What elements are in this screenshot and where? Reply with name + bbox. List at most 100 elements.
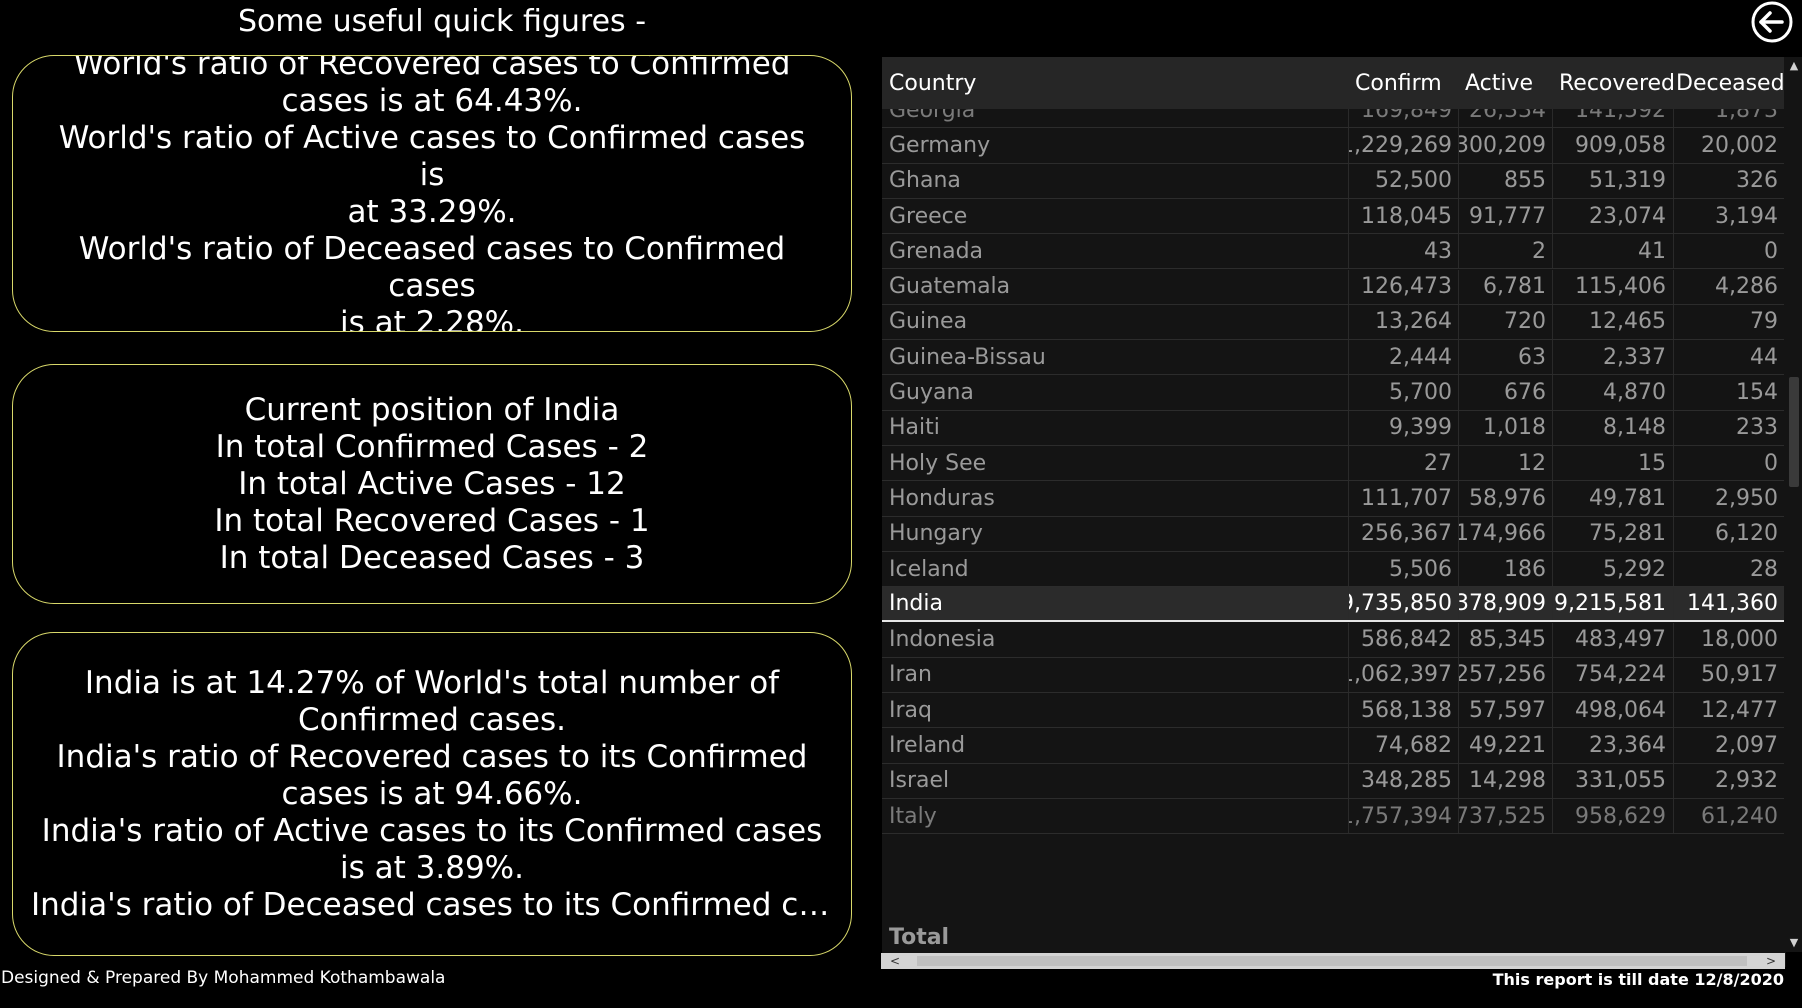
- cell-active: 855: [1459, 163, 1553, 198]
- cell-deceased: 0: [1764, 450, 1778, 476]
- table-row[interactable]: Iceland 5,506 186 5,292 28: [882, 551, 1784, 588]
- cell-deceased: 2,950: [1715, 485, 1778, 511]
- cell-confirm: 27: [1349, 446, 1459, 481]
- table-row[interactable]: Grenada 43 2 41 0: [882, 234, 1784, 270]
- cell-country: Holy See: [882, 446, 1349, 481]
- cell-active: 85,345: [1459, 622, 1553, 657]
- table-row[interactable]: Georgia 169,849 26,334 141,592 1,873: [882, 109, 1784, 129]
- cell-recovered: 23,364: [1553, 728, 1674, 763]
- cell-country: Germany: [882, 128, 1349, 163]
- cell-confirm: 1,757,394: [1349, 799, 1459, 834]
- table-row[interactable]: Honduras 111,707 58,976 49,781 2,950: [882, 481, 1784, 517]
- cell-recovered: 4,870: [1553, 375, 1674, 410]
- cell-recovered: 49,781: [1553, 481, 1674, 516]
- cell-active: 300,209: [1459, 128, 1553, 163]
- cell-confirm: 43: [1349, 234, 1459, 269]
- table-row[interactable]: Ghana 52,500 855 51,319 326: [882, 163, 1784, 199]
- cell-deceased: 4,286: [1715, 274, 1778, 300]
- cell-country: Honduras: [882, 481, 1349, 516]
- cell-deceased: 2,097: [1715, 733, 1778, 759]
- cell-country: Iraq: [882, 693, 1349, 728]
- column-header-active[interactable]: Active: [1459, 71, 1553, 96]
- page-title: Some useful quick figures -: [238, 4, 647, 39]
- column-header-country[interactable]: Country: [882, 71, 1349, 96]
- cell-active: 49,221: [1459, 728, 1553, 763]
- horizontal-scroll-thumb[interactable]: [917, 956, 1747, 966]
- table-row[interactable]: Hungary 256,367 174,966 75,281 6,120: [882, 516, 1784, 552]
- india-position-card: Current position of India In total Confi…: [12, 364, 852, 604]
- cell-country: Guinea: [882, 304, 1349, 340]
- scroll-right-icon[interactable]: >: [1763, 954, 1779, 968]
- cell-active: 6,781: [1459, 269, 1553, 304]
- cell-confirm: 169,849: [1349, 109, 1459, 128]
- card-text-line: is at 3.89%.: [340, 849, 524, 886]
- cell-recovered: 2,337: [1553, 340, 1674, 375]
- table-row[interactable]: Iraq 568,138 57,597 498,064 12,477: [882, 693, 1784, 729]
- table-body[interactable]: Georgia 169,849 26,334 141,592 1,873 Germany 1…: [882, 109, 1784, 970]
- table-row[interactable]: Greece 118,045 91,777 23,074 3,194: [882, 198, 1784, 235]
- cell-country: Hungary: [882, 516, 1349, 551]
- card-text-line: cases is at 94.66%.: [281, 775, 583, 812]
- table-row[interactable]: Guinea-Bissau 2,444 63 2,337 44: [882, 340, 1784, 376]
- table-row[interactable]: Germany 1,229,269 300,209 909,058 20,002: [882, 128, 1784, 164]
- card-text-line: In total Active Cases - 12: [238, 465, 626, 502]
- table-row[interactable]: Italy 1,757,394 737,525 958,629 61,240: [882, 799, 1784, 835]
- scroll-up-icon[interactable]: ▲: [1788, 59, 1800, 73]
- cell-country: Iran: [882, 657, 1349, 693]
- cell-recovered: 75,281: [1553, 516, 1674, 551]
- cell-active: 26,334: [1459, 109, 1553, 128]
- cell-deceased: 12,477: [1701, 697, 1778, 723]
- cell-deceased: 18,000: [1701, 627, 1778, 653]
- back-button[interactable]: [1750, 0, 1794, 44]
- table-row[interactable]: Haiti 9,399 1,018 8,148 233: [882, 410, 1784, 446]
- table-header: Country Confirm Active Recovered Decease…: [882, 57, 1784, 109]
- table-row[interactable]: Guinea 13,264 720 12,465 79: [882, 304, 1784, 341]
- cell-confirm: 52,500: [1349, 163, 1459, 198]
- card-text-line: In total Deceased Cases - 3: [219, 539, 645, 576]
- card-text-line: India's ratio of Active cases to its Con…: [41, 812, 823, 849]
- cell-confirm: 74,682: [1349, 728, 1459, 763]
- cell-country: Greece: [882, 198, 1349, 234]
- cell-confirm: 2,444: [1349, 340, 1459, 375]
- cell-deceased: 28: [1750, 556, 1778, 582]
- cell-deceased: 233: [1736, 415, 1778, 441]
- cell-deceased: 20,002: [1701, 132, 1778, 158]
- cell-active: 257,256: [1459, 657, 1553, 693]
- horizontal-scrollbar[interactable]: < >: [881, 953, 1785, 969]
- card-text-line: Current position of India: [244, 391, 620, 428]
- column-header-deceased[interactable]: Deceased: [1674, 71, 1784, 96]
- table-row[interactable]: Guatemala 126,473 6,781 115,406 4,286: [882, 269, 1784, 305]
- cell-confirm: 111,707: [1349, 481, 1459, 516]
- back-arrow-circle-icon: [1751, 1, 1793, 43]
- cell-active: 186: [1459, 551, 1553, 587]
- table-row-selected[interactable]: India 9,735,850 378,909 9,215,581 141,360: [882, 587, 1784, 623]
- cell-deceased: 326: [1736, 168, 1778, 194]
- table-row[interactable]: Indonesia 586,842 85,345 483,497 18,000: [882, 622, 1784, 658]
- cell-recovered: 483,497: [1553, 622, 1674, 657]
- vertical-scroll-thumb[interactable]: [1789, 377, 1799, 487]
- india-ratios-card: India is at 14.27% of World's total numb…: [12, 632, 852, 956]
- cell-country: Georgia: [882, 109, 1349, 128]
- vertical-scrollbar[interactable]: ▲ ▼: [1786, 57, 1802, 952]
- column-header-confirm[interactable]: Confirm: [1349, 71, 1459, 96]
- cell-active: 2: [1459, 234, 1553, 269]
- cell-confirm: 586,842: [1349, 622, 1459, 657]
- cell-active: 1,018: [1459, 410, 1553, 445]
- cell-confirm: 348,285: [1349, 763, 1459, 798]
- cell-recovered: 23,074: [1553, 198, 1674, 234]
- scroll-down-icon[interactable]: ▼: [1788, 936, 1800, 950]
- table-row[interactable]: Guyana 5,700 676 4,870 154: [882, 375, 1784, 411]
- cell-confirm: 118,045: [1349, 198, 1459, 234]
- cell-active: 91,777: [1459, 198, 1553, 234]
- cell-recovered: 141,592: [1553, 109, 1674, 128]
- scroll-left-icon[interactable]: <: [887, 954, 903, 968]
- table-row[interactable]: Holy See 27 12 15 0: [882, 446, 1784, 482]
- column-header-recovered[interactable]: Recovered: [1553, 71, 1674, 96]
- cell-deceased: 79: [1750, 309, 1778, 335]
- table-row[interactable]: Iran 1,062,397 257,256 754,224 50,917: [882, 657, 1784, 694]
- cell-confirm: 1,062,397: [1349, 657, 1459, 693]
- card-text-line: World's ratio of Deceased cases to Confi…: [78, 230, 786, 304]
- table-row[interactable]: Ireland 74,682 49,221 23,364 2,097: [882, 728, 1784, 764]
- cell-recovered: 12,465: [1553, 304, 1674, 340]
- table-row[interactable]: Israel 348,285 14,298 331,055 2,932: [882, 763, 1784, 799]
